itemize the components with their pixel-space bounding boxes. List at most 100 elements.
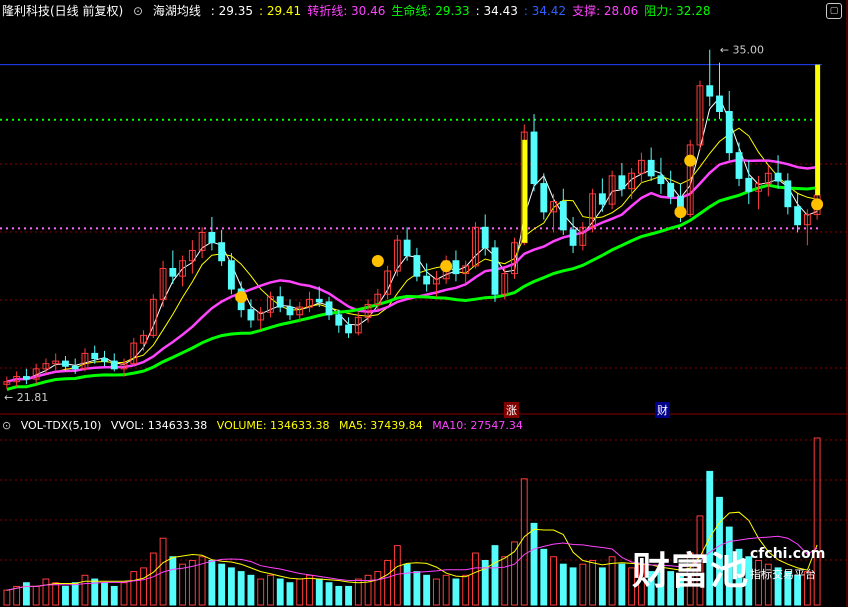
volume-bar xyxy=(62,585,69,606)
stock-chart: ← 35.00 ← 21.81 xyxy=(0,0,848,607)
candle-body xyxy=(540,183,548,213)
candle-body xyxy=(62,360,69,367)
volume-bar xyxy=(52,582,60,606)
watermark-brand: 财富池 xyxy=(632,549,750,593)
signal-bar xyxy=(815,64,821,196)
volume-bar xyxy=(442,574,450,606)
candle-body xyxy=(491,247,499,295)
volume-bar xyxy=(110,585,118,606)
candle-body xyxy=(735,152,743,179)
tag-zhang: 涨 xyxy=(504,402,519,418)
candle-body xyxy=(452,260,460,275)
settings-icon[interactable]: ⊙ xyxy=(2,419,11,432)
candle-body xyxy=(569,229,577,246)
volume-bar xyxy=(286,582,294,606)
candle-body xyxy=(247,309,255,321)
candle-body xyxy=(559,201,567,231)
volume-bar xyxy=(149,552,157,606)
header-value: 生命线: 29.33 xyxy=(391,4,470,18)
candle-body xyxy=(413,255,421,277)
volume-bar xyxy=(598,567,606,606)
candle-body xyxy=(530,131,538,185)
header-value: 支撑: 28.06 xyxy=(572,4,639,18)
volume-bar xyxy=(267,574,274,606)
candle-body xyxy=(481,226,489,249)
candle-body xyxy=(657,175,665,185)
candle-body xyxy=(276,296,284,308)
volume-bar xyxy=(579,563,587,606)
candle-body xyxy=(667,183,675,197)
volume-bar xyxy=(452,578,460,606)
volume-bar xyxy=(569,567,577,606)
volume-header: ⊙ VOL-TDX(5,10) VVOL: 134633.38 VOLUME: … xyxy=(2,419,529,432)
volume-bar xyxy=(501,556,509,606)
candle-body xyxy=(325,301,333,316)
settings-icon[interactable]: ⊙ xyxy=(133,4,143,18)
candle-body xyxy=(218,242,226,262)
volume-bar xyxy=(589,559,597,606)
volume-bar xyxy=(120,582,128,606)
volume-bar xyxy=(13,585,21,606)
volume-bar xyxy=(101,582,108,606)
watermark-site: cfchi.com xyxy=(750,546,826,562)
volume-bar xyxy=(550,556,557,606)
candle-body xyxy=(71,365,79,370)
volume-bar xyxy=(71,582,79,606)
ma-white-line xyxy=(6,96,818,383)
candle-body xyxy=(208,231,216,244)
candle-body xyxy=(598,193,606,205)
candle-body xyxy=(794,206,802,226)
low-label: ← 21.81 xyxy=(4,391,48,404)
volume-bar xyxy=(306,574,313,606)
volume-bar xyxy=(530,522,538,606)
volume-bar xyxy=(179,563,187,606)
smiley-icon xyxy=(440,260,453,273)
volume-value: VOLUME: 134633.38 xyxy=(216,419,330,432)
volume-bar xyxy=(520,478,528,606)
watermark-slogan: 指标交易平台 xyxy=(750,568,816,581)
ma10-value: MA10: 27547.34 xyxy=(432,419,523,432)
signal-bar xyxy=(522,139,528,243)
header-value: 转折线: 30.46 xyxy=(307,4,386,18)
candle-body xyxy=(286,306,294,316)
candle-body xyxy=(345,324,352,334)
volume-bar xyxy=(559,563,567,606)
volume-bar xyxy=(472,552,479,606)
vol-name[interactable]: VOL-TDX(5,10) xyxy=(21,419,102,432)
candle-body xyxy=(725,110,733,154)
life-line xyxy=(6,183,818,391)
candle-body xyxy=(784,180,792,208)
candle-body xyxy=(91,352,99,360)
header-value: : 29.35 xyxy=(210,4,253,18)
smiley-icon xyxy=(684,154,697,167)
volume-bar xyxy=(315,578,323,606)
volume-bar xyxy=(32,585,40,606)
volume-bar xyxy=(3,589,11,606)
header-value: : 34.42 xyxy=(523,4,567,18)
ma5-value: MA5: 37439.84 xyxy=(339,419,423,432)
candle-body xyxy=(227,260,235,290)
volume-bar xyxy=(237,571,245,606)
indicator-name[interactable]: 海湖均线 xyxy=(153,4,201,18)
volume-bar xyxy=(208,559,216,606)
volume-bar xyxy=(423,574,431,606)
candle-body xyxy=(110,360,118,370)
volume-bar xyxy=(42,578,50,606)
window-toggle-icon[interactable]: ▢ xyxy=(826,3,842,19)
stock-title[interactable]: 隆利科技(日线 前复权) xyxy=(2,4,123,18)
volume-bar xyxy=(345,585,352,606)
candle-body xyxy=(774,172,782,182)
volume-bar xyxy=(384,559,392,606)
volume-bar xyxy=(296,578,304,606)
candle-body xyxy=(647,159,655,177)
candle-body xyxy=(423,275,431,285)
candle-body xyxy=(169,267,177,277)
volume-bar xyxy=(130,571,138,606)
tag-cai: 财 xyxy=(655,402,670,418)
candle-body xyxy=(101,358,108,362)
smiley-icon xyxy=(371,255,384,268)
candle-body xyxy=(716,95,723,112)
smiley-icon xyxy=(674,206,687,219)
volume-bar xyxy=(247,574,255,606)
volume-bar xyxy=(218,563,226,606)
